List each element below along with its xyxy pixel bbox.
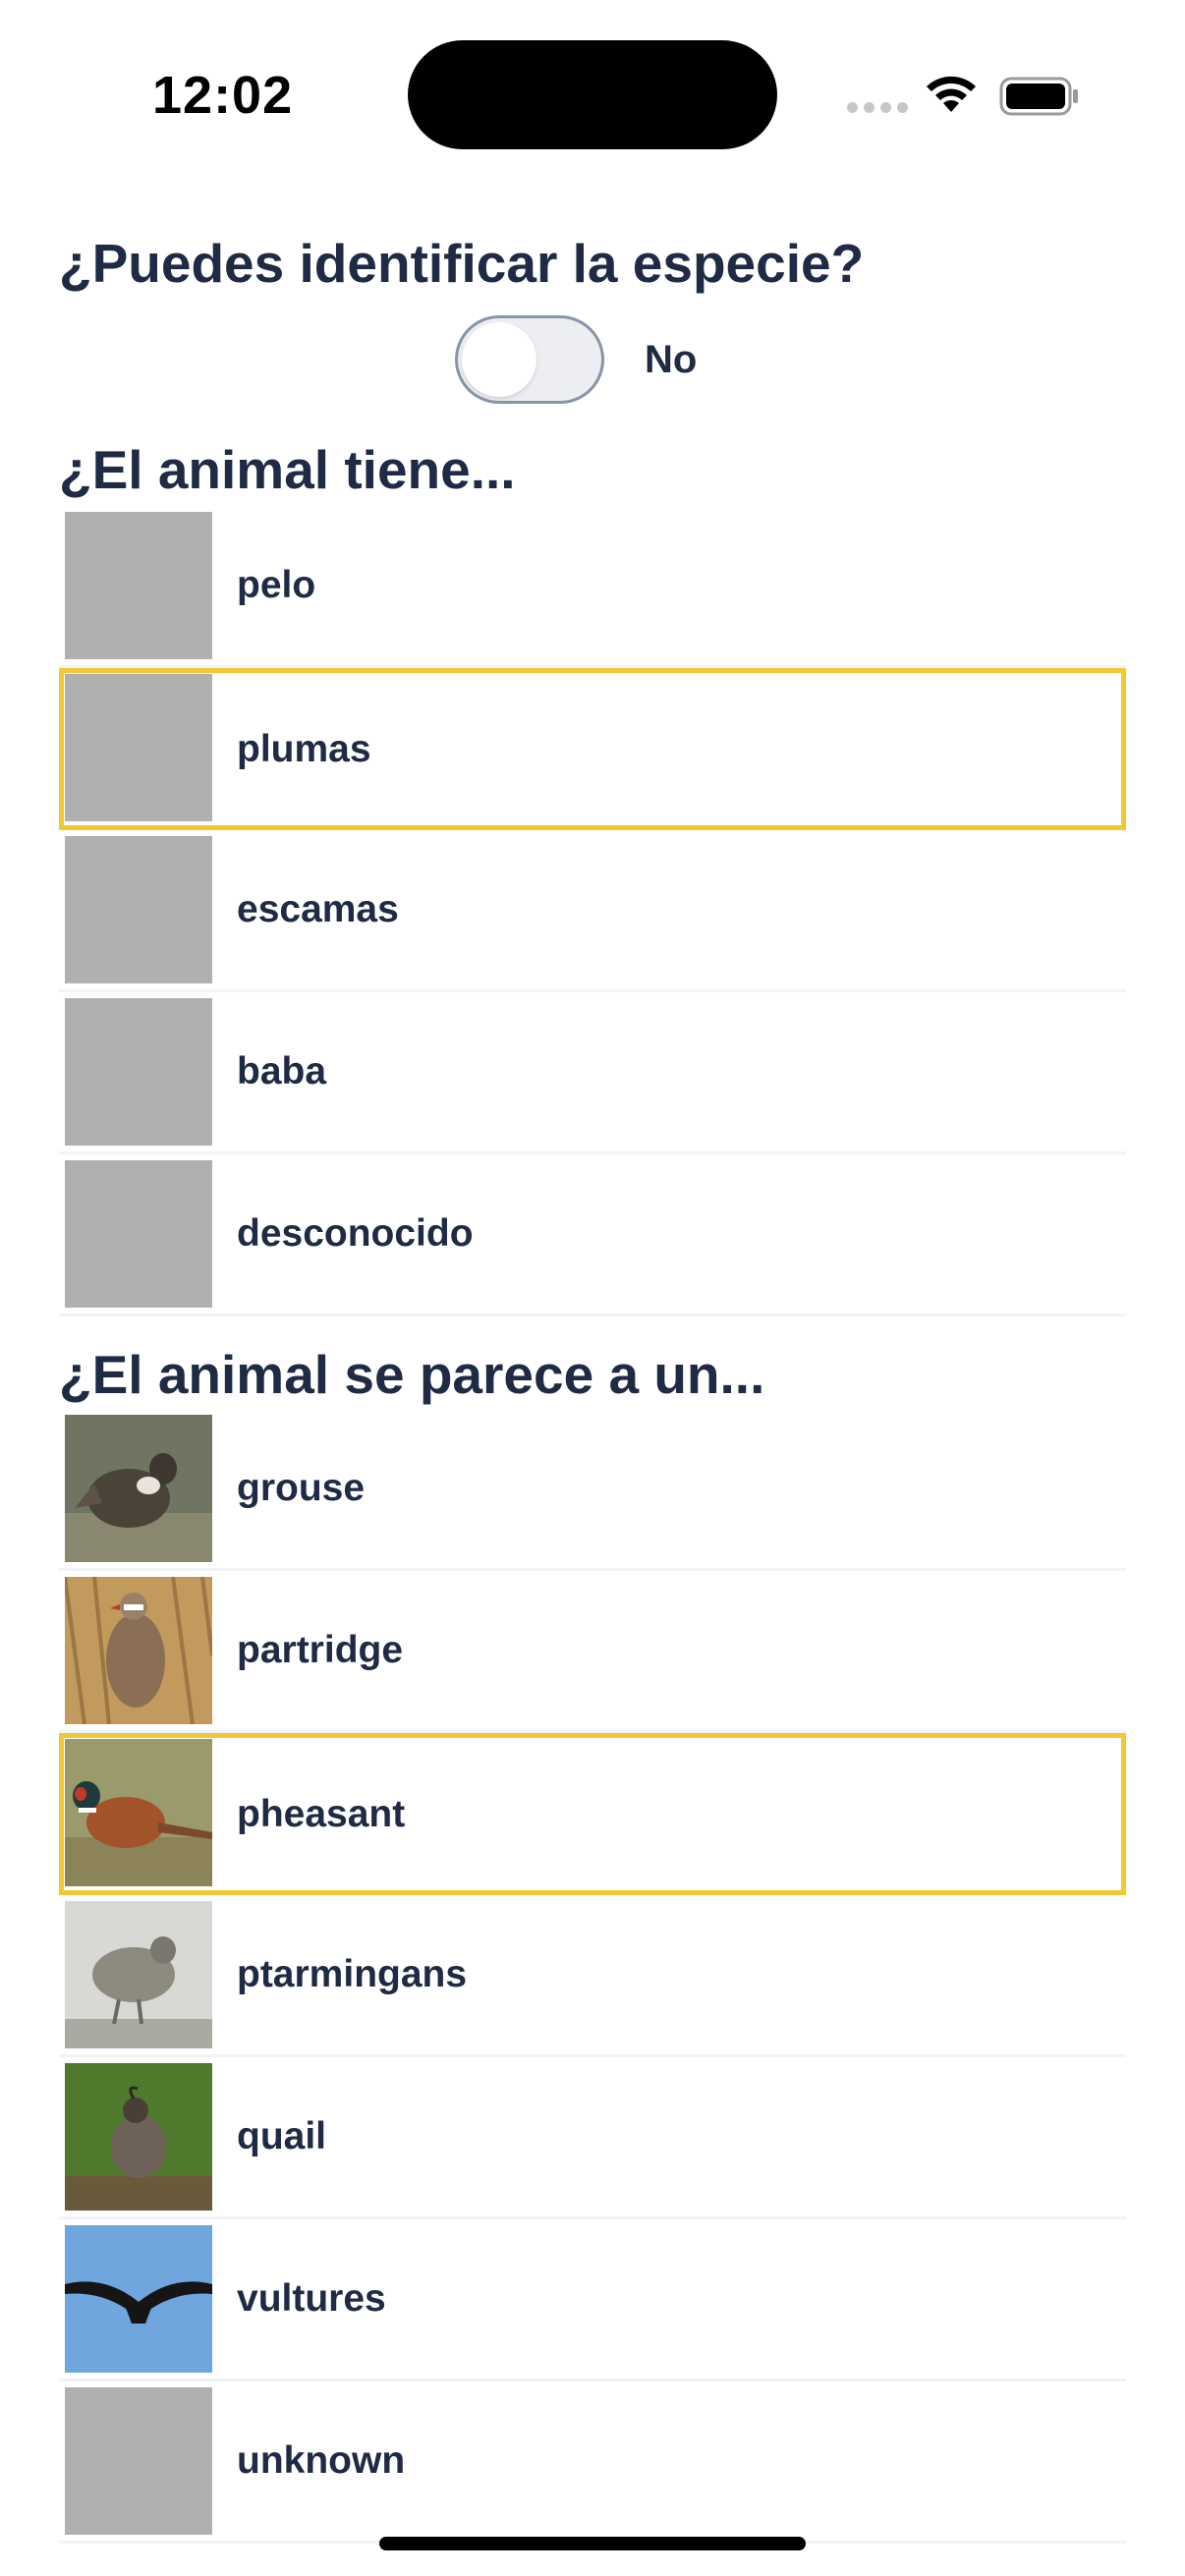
resemblance-option-grouse[interactable]: grouse [59, 1409, 1126, 1571]
placeholder-image [65, 2387, 212, 2535]
identify-species-question: ¿Puedes identificar la especie? [59, 233, 865, 294]
option-label: desconocido [237, 1212, 474, 1255]
placeholder-image [65, 836, 212, 983]
placeholder-image [65, 1160, 212, 1308]
option-label: pelo [237, 564, 316, 606]
home-indicator[interactable] [379, 2537, 806, 2550]
resemblance-section-title: ¿El animal se parece a un... [59, 1344, 765, 1405]
identify-species-toggle[interactable] [455, 315, 604, 404]
resemblance-option-unknown[interactable]: unknown [59, 2381, 1126, 2544]
covering-option-escamas[interactable]: escamas [59, 830, 1126, 992]
option-label: vultures [237, 2277, 386, 2320]
option-label: baba [237, 1050, 327, 1092]
status-bar: 12:02 [0, 0, 1185, 187]
option-label: unknown [237, 2439, 406, 2482]
option-label: quail [237, 2115, 327, 2157]
option-label: escamas [237, 888, 399, 930]
covering-options-list: pelo plumas escamas baba desconocido [59, 506, 1126, 1316]
option-label: ptarmingans [237, 1953, 468, 1995]
resemblance-option-quail[interactable]: quail [59, 2057, 1126, 2219]
covering-option-desconocido[interactable]: desconocido [59, 1154, 1126, 1316]
battery-icon [999, 77, 1078, 116]
wifi-icon [927, 76, 976, 112]
covering-section-title: ¿El animal tiene... [59, 439, 516, 500]
status-time: 12:02 [152, 66, 294, 125]
option-label: pheasant [237, 1792, 406, 1835]
placeholder-image [65, 674, 212, 821]
option-label: plumas [237, 727, 371, 770]
resemblance-option-ptarmingans[interactable]: ptarmingans [59, 1895, 1126, 2057]
quail-photo [65, 2063, 212, 2211]
resemblance-option-pheasant[interactable]: pheasant [59, 1733, 1126, 1895]
partridge-photo [65, 1577, 212, 1724]
dynamic-island [408, 40, 777, 149]
placeholder-image [65, 998, 212, 1146]
ptarmigan-photo [65, 1901, 212, 2048]
resemblance-options-list: grouse partridge pheasant ptarmingans qu… [59, 1409, 1126, 2544]
vulture-photo [65, 2225, 212, 2373]
cellular-signal-icon [847, 102, 908, 116]
covering-option-pelo[interactable]: pelo [59, 506, 1126, 668]
option-label: grouse [237, 1467, 366, 1509]
placeholder-image [65, 512, 212, 659]
option-label: partridge [237, 1629, 404, 1671]
identify-toggle-row: No [455, 315, 697, 404]
pheasant-photo [65, 1739, 212, 1886]
resemblance-option-vultures[interactable]: vultures [59, 2219, 1126, 2381]
resemblance-option-partridge[interactable]: partridge [59, 1571, 1126, 1733]
toggle-state-label: No [645, 337, 698, 381]
covering-option-plumas[interactable]: plumas [59, 668, 1126, 830]
covering-option-baba[interactable]: baba [59, 992, 1126, 1154]
grouse-photo [65, 1415, 212, 1562]
toggle-knob [462, 322, 536, 397]
